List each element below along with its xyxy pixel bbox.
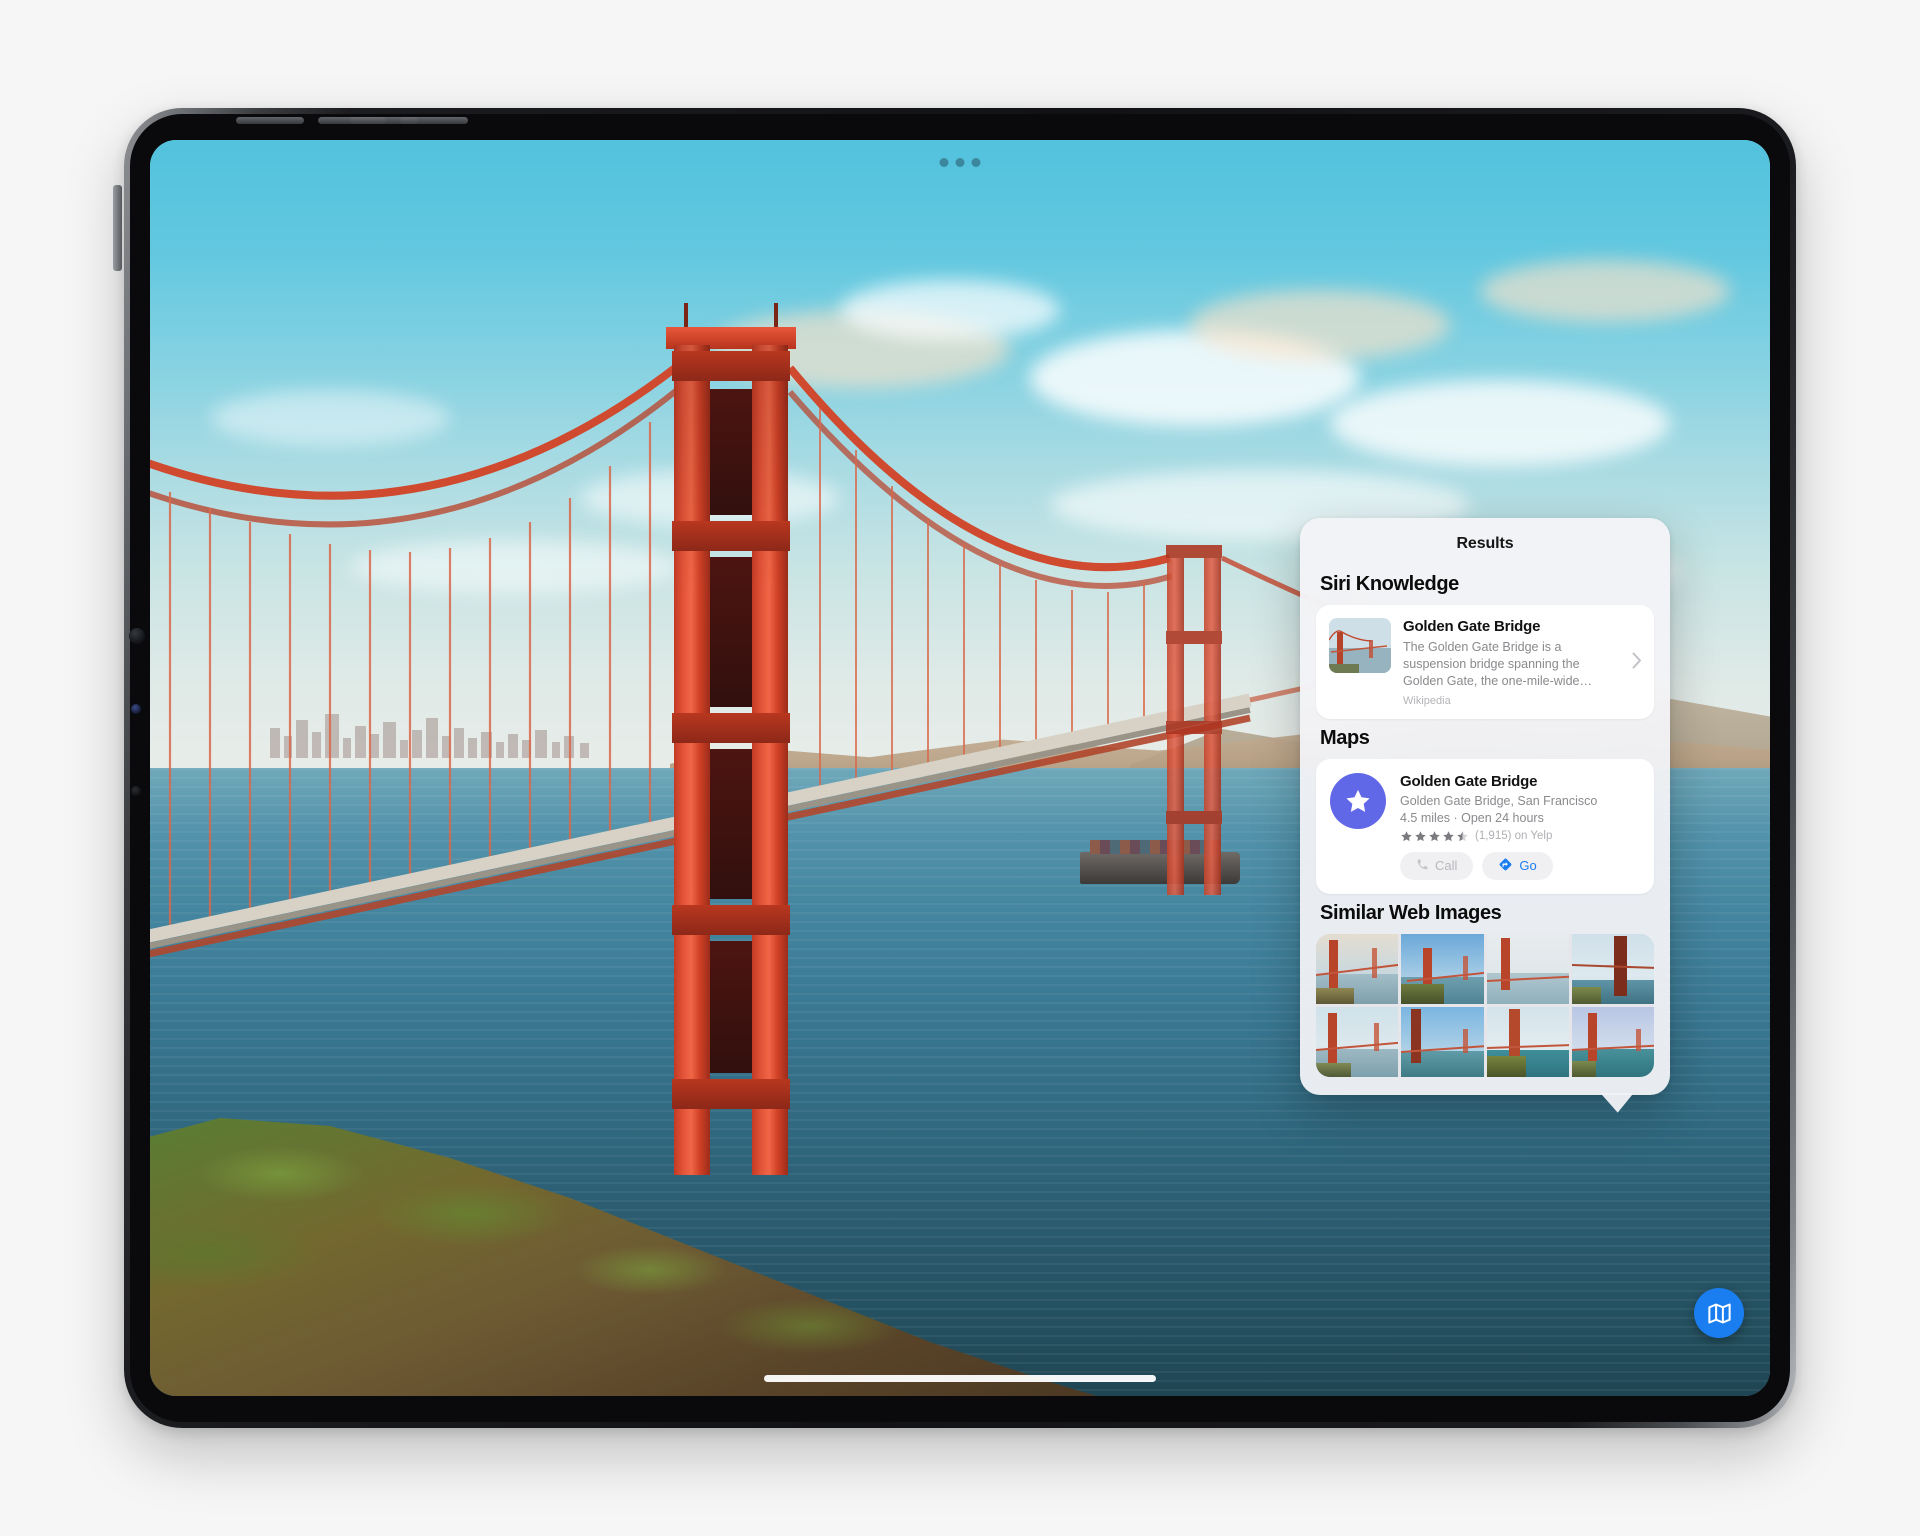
bridge-main-tower [666, 303, 796, 1175]
bridge-far-tower [1165, 545, 1223, 895]
web-image-thumbnail[interactable] [1571, 1006, 1654, 1077]
front-camera [129, 628, 145, 644]
siri-knowledge-card[interactable]: Golden Gate Bridge The Golden Gate Bridg… [1316, 605, 1654, 720]
rating-line: (1,915) on Yelp [1400, 830, 1640, 843]
multitask-dot [971, 158, 981, 167]
proximity-sensor [131, 786, 141, 796]
go-button[interactable]: Go [1482, 851, 1553, 880]
directions-icon [1498, 857, 1513, 875]
go-button-label: Go [1519, 858, 1537, 874]
multitask-dot [939, 158, 949, 167]
phone-icon [1416, 858, 1429, 874]
speaker-grille [400, 117, 468, 124]
section-heading-maps: Maps [1320, 727, 1370, 750]
results-popover: Results Siri Knowledge Golden Gate Bridg… [1300, 518, 1670, 1113]
call-button[interactable]: Call [1400, 851, 1474, 880]
web-image-thumbnail[interactable] [1401, 933, 1484, 1004]
web-image-thumbnail[interactable] [1571, 933, 1654, 1004]
multitask-dot [955, 158, 965, 167]
section-heading-similar-web-images: Similar Web Images [1320, 901, 1502, 924]
similar-web-images-grid [1316, 933, 1654, 1077]
half-star-icon [1457, 830, 1468, 841]
multitasking-dots[interactable] [939, 158, 981, 167]
maps-result-card[interactable]: Golden Gate Bridge Golden Gate Bridge, S… [1316, 759, 1654, 894]
chevron-right-icon[interactable] [1630, 652, 1642, 674]
maps-result-info: Golden Gate Bridge Golden Gate Bridge, S… [1400, 773, 1640, 880]
maps-action-row: Call Go [1400, 851, 1640, 880]
ipad-screen: Results Siri Knowledge Golden Gate Bridg… [150, 140, 1770, 1396]
maps-app-button[interactable] [1694, 1288, 1744, 1338]
maps-result-meta: 4.5 miles · Open 24 hours [1400, 811, 1544, 826]
web-image-thumbnail[interactable] [1401, 1006, 1484, 1077]
map-icon [1707, 1302, 1731, 1324]
siri-result-title: Golden Gate Bridge [1403, 618, 1541, 635]
call-button-label: Call [1435, 858, 1458, 874]
speaker-grille [236, 117, 304, 124]
golden-gate-bridge-thumbnail [1329, 618, 1391, 673]
siri-result-source: Wikipedia [1403, 695, 1451, 708]
web-image-thumbnail[interactable] [1316, 933, 1399, 1004]
panel-title: Results [1456, 535, 1514, 552]
volume-button[interactable] [113, 185, 122, 271]
rating-count: (1,915) on Yelp [1475, 830, 1553, 843]
siri-knowledge-row[interactable]: Golden Gate Bridge The Golden Gate Bridg… [1316, 605, 1654, 719]
thumbnail-art [1329, 618, 1391, 673]
web-image-thumbnail[interactable] [1316, 1006, 1399, 1077]
maps-result-address: Golden Gate Bridge, San Francisco [1400, 794, 1598, 809]
web-image-thumbnail[interactable] [1486, 1006, 1569, 1077]
ambient-light-sensor [131, 704, 141, 714]
rating-stars [1400, 830, 1469, 843]
maps-result-row[interactable]: Golden Gate Bridge Golden Gate Bridge, S… [1316, 759, 1654, 893]
star-icon [1330, 773, 1386, 830]
screenshot-stage: Results Siri Knowledge Golden Gate Bridg… [0, 0, 1920, 1536]
home-indicator[interactable] [764, 1375, 1156, 1382]
web-image-thumbnail[interactable] [1486, 933, 1569, 1004]
siri-result-snippet: The Golden Gate Bridge is a suspension b… [1403, 639, 1592, 688]
section-heading-siri-knowledge: Siri Knowledge [1320, 573, 1459, 595]
maps-result-title: Golden Gate Bridge [1400, 773, 1538, 791]
siri-knowledge-text: Golden Gate Bridge The Golden Gate Bridg… [1403, 618, 1618, 707]
